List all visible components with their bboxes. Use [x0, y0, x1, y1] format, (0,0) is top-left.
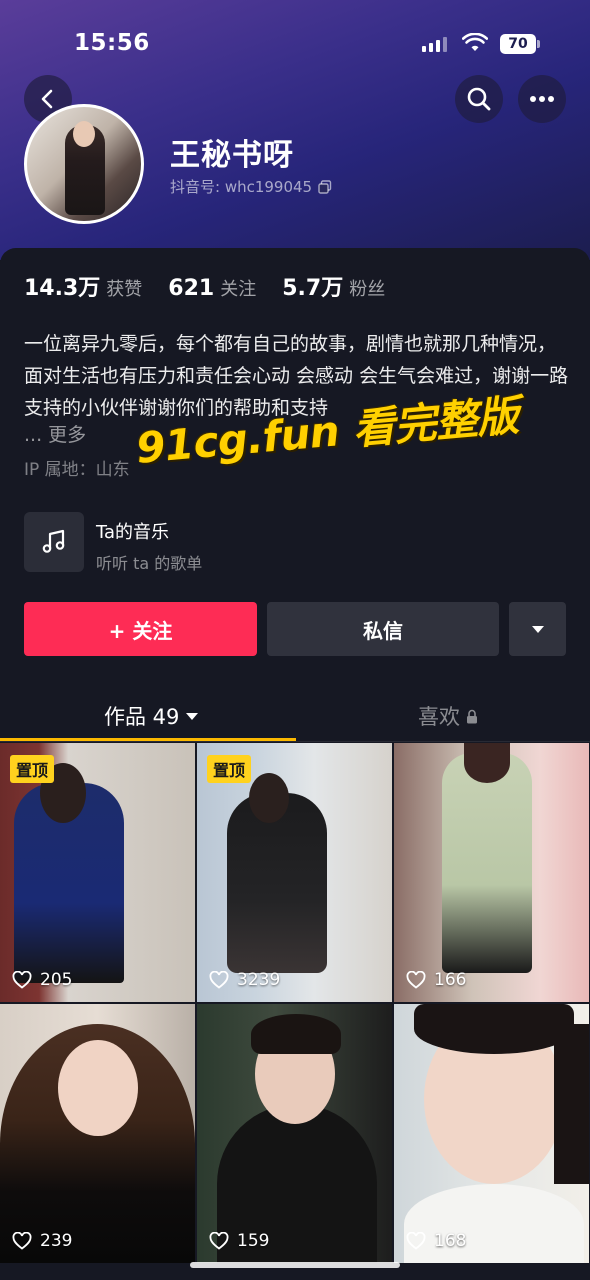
tab-works-label: 作品 49	[104, 705, 180, 729]
lock-icon	[467, 709, 477, 723]
video-thumbnail[interactable]: 159	[197, 1004, 392, 1263]
profile-name: 王秘书呀	[170, 138, 294, 173]
heart-icon	[209, 971, 229, 989]
more-dots-icon	[530, 96, 554, 102]
wifi-icon	[462, 33, 488, 51]
avatar[interactable]	[24, 104, 144, 224]
cellular-signal-icon	[422, 36, 447, 52]
more-actions-dropdown-button[interactable]	[509, 602, 566, 656]
status-time: 15:56	[74, 30, 150, 56]
like-count-text: 166	[434, 970, 467, 990]
tab-works[interactable]: 作品 49	[104, 690, 199, 742]
heart-icon	[209, 1232, 229, 1250]
stat-followers[interactable]: 5.7万 粉丝	[282, 270, 385, 302]
stat-label: 获赞	[106, 279, 143, 300]
video-thumbnail[interactable]: 168	[394, 1004, 589, 1263]
video-thumbnail[interactable]: 166	[394, 743, 589, 1002]
profile-tabs: 作品 49 喜欢	[0, 690, 590, 742]
douyin-id-text: 抖音号: whc199045	[170, 178, 313, 196]
heart-icon	[406, 1232, 426, 1250]
status-bar: 15:56 70	[0, 0, 590, 80]
active-tab-indicator	[0, 738, 296, 741]
like-count-text: 168	[434, 1231, 467, 1251]
battery-level: 70	[500, 34, 536, 54]
stat-value: 5.7万	[282, 276, 344, 301]
stat-label: 关注	[220, 279, 257, 300]
message-button[interactable]: 私信	[267, 602, 499, 656]
video-thumbnail[interactable]: 置顶 205	[0, 743, 195, 1002]
more-options-button[interactable]	[518, 75, 566, 123]
pinned-badge: 置顶	[10, 755, 55, 783]
music-note-icon	[42, 529, 65, 553]
video-like-count: 159	[209, 1231, 269, 1251]
music-title: Ta的音乐	[96, 522, 170, 543]
heart-icon	[406, 971, 426, 989]
like-count-text: 205	[40, 970, 73, 990]
music-subtitle: 听听 ta 的歌单	[96, 554, 203, 573]
stat-likes[interactable]: 14.3万 获赞	[24, 270, 142, 302]
home-indicator[interactable]	[190, 1262, 400, 1268]
video-like-count: 239	[12, 1231, 72, 1251]
video-like-count: 168	[406, 1231, 466, 1251]
tab-likes[interactable]: 喜欢	[418, 690, 478, 742]
heart-icon	[12, 1232, 32, 1250]
triangle-down-icon	[531, 625, 544, 633]
pinned-badge: 置顶	[207, 755, 252, 783]
heart-icon	[12, 971, 32, 989]
stat-value: 621	[168, 276, 215, 301]
music-card[interactable]: Ta的音乐 听听 ta 的歌单	[24, 512, 324, 576]
battery-icon: 70	[500, 34, 540, 54]
stat-value: 14.3万	[24, 276, 101, 301]
video-like-count: 166	[406, 970, 466, 990]
search-button[interactable]	[455, 75, 503, 123]
music-icon-box	[24, 512, 84, 572]
stat-following[interactable]: 621 关注	[168, 275, 256, 301]
ip-location: IP 属地：山东	[24, 460, 130, 480]
stat-label: 粉丝	[349, 279, 386, 300]
video-thumbnail[interactable]: 置顶 3239	[197, 743, 392, 1002]
video-thumbnail[interactable]: 239	[0, 1004, 195, 1263]
tab-likes-label: 喜欢	[418, 705, 460, 729]
like-count-text: 159	[237, 1231, 270, 1251]
bio-more-link[interactable]: ... 更多	[24, 420, 86, 447]
video-like-count: 205	[12, 970, 72, 990]
triangle-down-icon	[186, 712, 199, 720]
video-like-count: 3239	[209, 970, 280, 990]
copy-icon[interactable]	[318, 179, 332, 194]
chevron-left-icon	[41, 89, 53, 109]
search-icon	[467, 87, 491, 111]
like-count-text: 3239	[237, 970, 281, 990]
douyin-id[interactable]: 抖音号: whc199045	[170, 176, 332, 197]
follow-button[interactable]: + 关注	[24, 602, 257, 656]
like-count-text: 239	[40, 1231, 73, 1251]
profile-stats: 14.3万 获赞 621 关注 5.7万 粉丝	[24, 270, 411, 302]
